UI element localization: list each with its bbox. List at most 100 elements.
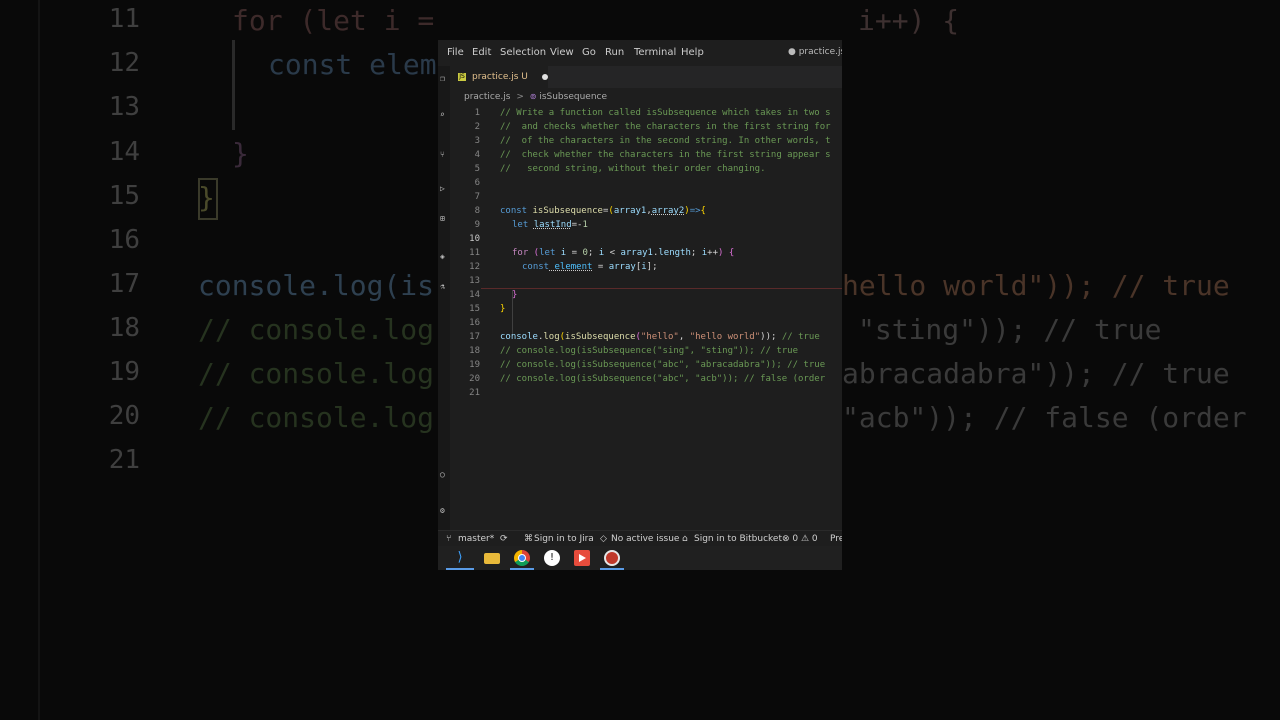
menu-edit[interactable]: Edit bbox=[472, 47, 491, 58]
bg-code-fragment: hello world")); // true bbox=[842, 269, 1230, 302]
line-number: 16 bbox=[469, 318, 480, 328]
menu-terminal[interactable]: Terminal bbox=[634, 47, 676, 58]
bg-line-number: 11 bbox=[108, 4, 140, 34]
menu-run[interactable]: Run bbox=[605, 47, 624, 58]
javascript-file-icon: JS bbox=[458, 73, 466, 81]
line-number: 8 bbox=[474, 206, 480, 216]
code-brace: } bbox=[512, 290, 518, 300]
run-debug-icon[interactable]: ▷ bbox=[440, 184, 447, 193]
code-editor[interactable]: 1 2 3 4 5 6 7 8 9 10 11 12 13 14 15 16 1… bbox=[450, 106, 842, 534]
symbol-icon: ⊚ bbox=[529, 92, 537, 101]
menu-view[interactable]: View bbox=[550, 47, 574, 58]
status-branch[interactable]: master* bbox=[458, 534, 494, 544]
bg-line-number: 13 bbox=[108, 92, 140, 122]
search-icon[interactable]: ⌕ bbox=[440, 110, 447, 119]
status-issue[interactable]: No active issue bbox=[611, 534, 679, 544]
bg-line-number: 18 bbox=[108, 313, 140, 343]
bg-code-fragment: // console.log bbox=[198, 357, 435, 390]
status-problems[interactable]: ⊗ 0 ⚠ 0 bbox=[782, 534, 818, 544]
camera-app-icon[interactable] bbox=[604, 550, 620, 566]
bg-code-fragment: i++) { bbox=[858, 4, 960, 37]
unsaved-dot-icon[interactable] bbox=[542, 74, 548, 80]
status-jira[interactable]: Sign in to Jira bbox=[534, 534, 594, 544]
git-branch-icon: ⑂ bbox=[446, 534, 452, 544]
menu-go[interactable]: Go bbox=[582, 47, 596, 58]
line-number: 2 bbox=[474, 122, 480, 132]
bg-line-number: 21 bbox=[108, 445, 140, 475]
manage-icon[interactable]: ⚙ bbox=[440, 506, 447, 515]
remote-icon[interactable]: ◈ bbox=[440, 252, 447, 261]
screen-recorder-icon[interactable] bbox=[574, 550, 590, 566]
bg-code-fragment: "acb")); // false (order bbox=[842, 401, 1247, 434]
bg-line-number: 12 bbox=[108, 48, 140, 78]
line-number: 3 bbox=[474, 136, 480, 146]
bg-line-number: 16 bbox=[108, 225, 140, 255]
current-line-highlight bbox=[481, 276, 842, 289]
issue-icon: ◇ bbox=[600, 534, 607, 544]
code-comment: // console.log(isSubsequence("abc", "abr… bbox=[500, 360, 826, 370]
code-line: let lastInd=-1 bbox=[512, 220, 588, 230]
windows-taskbar: ⟩ ! bbox=[438, 546, 842, 570]
explorer-icon[interactable]: ❐ bbox=[440, 74, 447, 83]
bg-code-fragment: console.log(is bbox=[198, 269, 435, 302]
app-alert-icon[interactable]: ! bbox=[544, 550, 560, 566]
bg-line-number: 17 bbox=[108, 269, 140, 299]
file-explorer-icon[interactable] bbox=[484, 553, 500, 564]
code-comment: // of the characters in the second strin… bbox=[500, 136, 831, 146]
jira-icon: ⌘ bbox=[524, 534, 533, 544]
vscode-icon[interactable]: ⟩ bbox=[446, 550, 474, 570]
breadcrumb-file[interactable]: practice.js bbox=[464, 92, 510, 102]
code-comment: // Write a function called isSubsequence… bbox=[500, 108, 831, 118]
vscode-window: File Edit Selection View Go Run Terminal… bbox=[438, 40, 842, 570]
bitbucket-icon: ⌂ bbox=[682, 534, 688, 544]
code-comment: // check whether the characters in the f… bbox=[500, 150, 831, 160]
bg-indent-guide bbox=[232, 40, 235, 130]
bg-line-number: 20 bbox=[108, 401, 140, 431]
activity-bar: ❐ ⌕ ⑂ ▷ ⊞ ◈ ⚗ ◯ ⚙ bbox=[438, 66, 450, 534]
breadcrumb-separator: > bbox=[516, 92, 524, 102]
camera-active-indicator bbox=[600, 568, 624, 570]
breadcrumb-symbol[interactable]: isSubsequence bbox=[539, 92, 607, 102]
window-title: ● practice.js - bbox=[788, 47, 842, 57]
line-number: 1 bbox=[474, 108, 480, 118]
status-prettier[interactable]: Pre bbox=[830, 534, 842, 544]
menu-bar: File Edit Selection View Go Run Terminal… bbox=[438, 40, 842, 66]
bg-line-number: 19 bbox=[108, 357, 140, 387]
breadcrumb: practice.js > ⊚ isSubsequence bbox=[464, 92, 607, 106]
bg-code-fragment: // console.log bbox=[198, 401, 435, 434]
code-comment: // and checks whether the characters in … bbox=[500, 122, 831, 132]
bg-code-fragment: "sting")); // true bbox=[858, 313, 1162, 346]
status-bitbucket[interactable]: Sign in to Bitbucket bbox=[694, 534, 782, 544]
menu-help[interactable]: Help bbox=[681, 47, 704, 58]
bg-code-fragment: // console.log bbox=[198, 313, 435, 346]
bg-code-fragment: abracadabra")); // true bbox=[842, 357, 1230, 390]
code-comment: // console.log(isSubsequence("sing", "st… bbox=[500, 346, 799, 356]
tab-label: practice.js U bbox=[472, 72, 528, 82]
line-number: 9 bbox=[474, 220, 480, 230]
menu-file[interactable]: File bbox=[447, 47, 464, 58]
chrome-icon[interactable] bbox=[514, 550, 530, 566]
menu-selection[interactable]: Selection bbox=[500, 47, 546, 58]
sync-icon[interactable]: ⟳ bbox=[500, 534, 508, 544]
testing-icon[interactable]: ⚗ bbox=[440, 282, 447, 291]
tab-bar: JS practice.js U bbox=[450, 66, 842, 88]
line-number: 20 bbox=[469, 374, 480, 384]
code-comment: // console.log(isSubsequence("abc", "acb… bbox=[500, 374, 826, 384]
source-control-icon[interactable]: ⑂ bbox=[440, 150, 447, 159]
bg-code-fragment: } bbox=[198, 181, 215, 214]
bg-code-fragment: } bbox=[232, 137, 249, 170]
line-number: 14 bbox=[469, 290, 480, 300]
accounts-icon[interactable]: ◯ bbox=[440, 470, 447, 479]
line-number: 6 bbox=[474, 178, 480, 188]
extensions-icon[interactable]: ⊞ bbox=[440, 214, 447, 223]
line-number: 4 bbox=[474, 150, 480, 160]
tab-practice-js[interactable]: JS practice.js U bbox=[450, 66, 548, 88]
line-number: 7 bbox=[474, 192, 480, 202]
line-number: 15 bbox=[469, 304, 480, 314]
code-line: const element = array[i]; bbox=[522, 262, 658, 272]
bg-code-fragment: const elem bbox=[268, 48, 437, 81]
line-number-current: 10 bbox=[469, 234, 480, 244]
code-line: const isSubsequence=(array1,array2)=>{ bbox=[500, 206, 706, 216]
code-brace: } bbox=[500, 304, 506, 314]
code-line: for (let i = 0; i < array1.length; i++) … bbox=[512, 248, 735, 258]
